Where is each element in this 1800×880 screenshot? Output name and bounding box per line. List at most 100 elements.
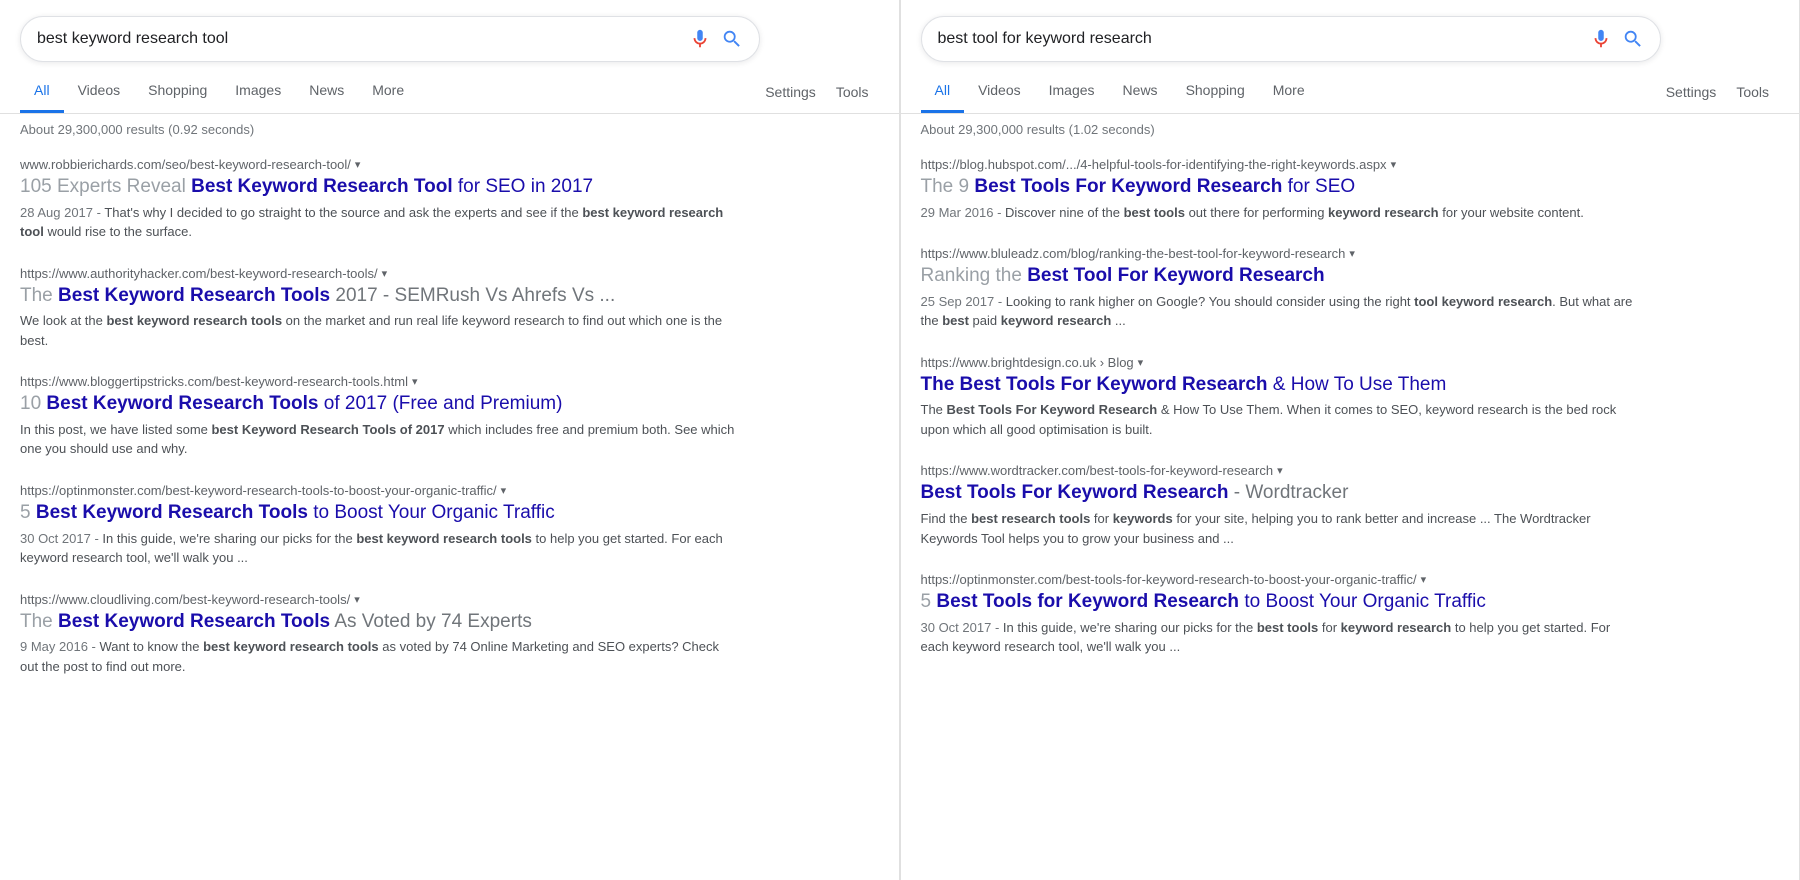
right-result-1-date: 29 Mar 2016 - <box>921 205 1006 220</box>
left-result-3-url-arrow[interactable]: ▾ <box>412 375 418 388</box>
left-search-input[interactable] <box>37 30 681 48</box>
right-tab-shopping[interactable]: Shopping <box>1172 70 1259 113</box>
right-tab-videos[interactable]: Videos <box>964 70 1035 113</box>
left-tab-shopping[interactable]: Shopping <box>134 70 221 113</box>
left-tab-images[interactable]: Images <box>221 70 295 113</box>
left-tab-more[interactable]: More <box>358 70 418 113</box>
left-result-4: https://optinmonster.com/best-keyword-re… <box>20 467 740 576</box>
left-result-2-title-bold: Best Keyword Research Tools <box>58 285 330 306</box>
right-result-1-title-bold: Best Tools For Keyword Research <box>974 176 1282 197</box>
left-result-4-title-normal1: 5 <box>20 502 36 523</box>
right-search-box <box>921 16 1661 62</box>
left-result-3-title-bold: Best Keyword Research Tools <box>46 393 318 414</box>
left-search-icon[interactable] <box>721 28 743 50</box>
right-result-1-url-line: https://blog.hubspot.com/.../4-helpful-t… <box>921 157 1641 172</box>
left-result-5-title-normal2: As Voted by 74 Experts <box>330 611 532 632</box>
left-result-1-url-arrow[interactable]: ▾ <box>355 158 361 171</box>
right-result-2-url-line: https://www.bluleadz.com/blog/ranking-th… <box>921 246 1641 261</box>
left-result-3-title-normal1: 10 <box>20 393 46 414</box>
left-result-4-url: https://optinmonster.com/best-keyword-re… <box>20 483 497 498</box>
right-result-5-url-arrow[interactable]: ▾ <box>1421 573 1427 586</box>
left-result-2-title-normal2: 2017 - SEMRush Vs Ahrefs Vs ... <box>330 285 615 306</box>
left-result-2-snippet: We look at the best keyword research too… <box>20 311 740 350</box>
right-result-1: https://blog.hubspot.com/.../4-helpful-t… <box>921 141 1641 230</box>
left-results: www.robbierichards.com/seo/best-keyword-… <box>0 141 899 684</box>
right-result-5-title-normal2: to Boost Your Organic Traffic <box>1239 591 1486 612</box>
right-result-1-title-normal1: The 9 <box>921 176 975 197</box>
right-result-2-url-arrow[interactable]: ▾ <box>1349 247 1355 260</box>
right-result-4-snippet: Find the best research tools for keyword… <box>921 509 1641 548</box>
left-result-5-url: https://www.cloudliving.com/best-keyword… <box>20 592 350 607</box>
right-mic-icon[interactable] <box>1590 28 1612 50</box>
right-tab-all[interactable]: All <box>921 70 965 113</box>
right-results: https://blog.hubspot.com/.../4-helpful-t… <box>901 141 1800 665</box>
left-tabs: All Videos Shopping Images News More Set… <box>0 70 899 114</box>
left-result-3-url-line: https://www.bloggertipstricks.com/best-k… <box>20 374 740 389</box>
right-result-4-title[interactable]: Best Tools For Keyword Research - Wordtr… <box>921 480 1641 506</box>
left-result-1-title-bold: Best Keyword Research Tool <box>191 176 453 197</box>
left-settings[interactable]: Settings <box>755 72 826 112</box>
left-result-4-url-line: https://optinmonster.com/best-keyword-re… <box>20 483 740 498</box>
right-result-5-url: https://optinmonster.com/best-tools-for-… <box>921 572 1417 587</box>
left-results-info: About 29,300,000 results (0.92 seconds) <box>0 114 899 141</box>
left-result-1-url-line: www.robbierichards.com/seo/best-keyword-… <box>20 157 740 172</box>
left-result-2-url-arrow[interactable]: ▾ <box>382 267 388 280</box>
left-result-2-title[interactable]: The Best Keyword Research Tools 2017 - S… <box>20 283 740 309</box>
left-mic-icon[interactable] <box>689 28 711 50</box>
right-tab-news[interactable]: News <box>1109 70 1172 113</box>
left-tools[interactable]: Tools <box>826 72 879 112</box>
left-result-1-title-normal1: 105 Experts Reveal <box>20 176 191 197</box>
right-result-3-title[interactable]: The Best Tools For Keyword Research & Ho… <box>921 372 1641 398</box>
left-result-2-title-normal1: The <box>20 285 58 306</box>
right-result-3-snippet: The Best Tools For Keyword Research & Ho… <box>921 400 1641 439</box>
right-settings[interactable]: Settings <box>1656 72 1727 112</box>
left-result-4-url-arrow[interactable]: ▾ <box>501 484 507 497</box>
right-result-3-title-normal: & How To Use Them <box>1268 374 1447 395</box>
right-tabs: All Videos Images News Shopping More Set… <box>901 70 1800 114</box>
right-result-1-title[interactable]: The 9 Best Tools For Keyword Research fo… <box>921 174 1641 200</box>
left-result-5-title[interactable]: The Best Keyword Research Tools As Voted… <box>20 609 740 635</box>
right-result-2-title[interactable]: Ranking the Best Tool For Keyword Resear… <box>921 263 1641 289</box>
right-result-2-title-bold: Best Tool For Keyword Research <box>1027 265 1324 286</box>
left-result-3: https://www.bloggertipstricks.com/best-k… <box>20 358 740 467</box>
left-result-3-title-normal2: of 2017 (Free and Premium) <box>319 393 563 414</box>
left-result-1-title[interactable]: 105 Experts Reveal Best Keyword Research… <box>20 174 740 200</box>
left-result-1-date: 28 Aug 2017 - <box>20 205 104 220</box>
left-result-1-url: www.robbierichards.com/seo/best-keyword-… <box>20 157 351 172</box>
left-result-4-title-bold: Best Keyword Research Tools <box>36 502 308 523</box>
left-result-5-date: 9 May 2016 - <box>20 639 100 654</box>
left-result-3-title[interactable]: 10 Best Keyword Research Tools of 2017 (… <box>20 391 740 417</box>
left-result-4-title[interactable]: 5 Best Keyword Research Tools to Boost Y… <box>20 500 740 526</box>
right-result-5-title[interactable]: 5 Best Tools for Keyword Research to Boo… <box>921 589 1641 615</box>
right-result-3-url-arrow[interactable]: ▾ <box>1138 356 1144 369</box>
left-tab-videos[interactable]: Videos <box>64 70 135 113</box>
right-search-input[interactable] <box>938 30 1582 48</box>
left-result-5-url-line: https://www.cloudliving.com/best-keyword… <box>20 592 740 607</box>
left-result-5-url-arrow[interactable]: ▾ <box>354 593 360 606</box>
left-result-5-snippet: 9 May 2016 - Want to know the best keywo… <box>20 637 740 676</box>
left-result-5-title-bold: Best Keyword Research Tools <box>58 611 330 632</box>
left-result-2-url-line: https://www.authorityhacker.com/best-key… <box>20 266 740 281</box>
left-result-1-title-normal2: for SEO in 2017 <box>453 176 593 197</box>
right-result-2-url: https://www.bluleadz.com/blog/ranking-th… <box>921 246 1346 261</box>
right-result-3-url: https://www.brightdesign.co.uk › Blog <box>921 355 1134 370</box>
left-result-4-snippet: 30 Oct 2017 - In this guide, we're shari… <box>20 529 740 568</box>
right-result-4-url: https://www.wordtracker.com/best-tools-f… <box>921 463 1274 478</box>
right-result-4-url-line: https://www.wordtracker.com/best-tools-f… <box>921 463 1641 478</box>
left-search-box <box>20 16 760 62</box>
right-search-icons <box>1590 28 1644 50</box>
right-result-1-url-arrow[interactable]: ▾ <box>1391 158 1397 171</box>
left-tab-all[interactable]: All <box>20 70 64 113</box>
right-result-5-snippet: 30 Oct 2017 - In this guide, we're shari… <box>921 618 1641 657</box>
left-result-5: https://www.cloudliving.com/best-keyword… <box>20 576 740 685</box>
right-tab-images[interactable]: Images <box>1035 70 1109 113</box>
right-result-4-title-normal: - Wordtracker <box>1228 482 1348 503</box>
right-tab-more[interactable]: More <box>1259 70 1319 113</box>
right-result-3-url-line: https://www.brightdesign.co.uk › Blog ▾ <box>921 355 1641 370</box>
left-tab-news[interactable]: News <box>295 70 358 113</box>
right-result-2-date: 25 Sep 2017 - <box>921 294 1006 309</box>
right-result-4-url-arrow[interactable]: ▾ <box>1277 464 1283 477</box>
right-tools[interactable]: Tools <box>1726 72 1779 112</box>
right-result-2-snippet: 25 Sep 2017 - Looking to rank higher on … <box>921 292 1641 331</box>
right-search-icon[interactable] <box>1622 28 1644 50</box>
